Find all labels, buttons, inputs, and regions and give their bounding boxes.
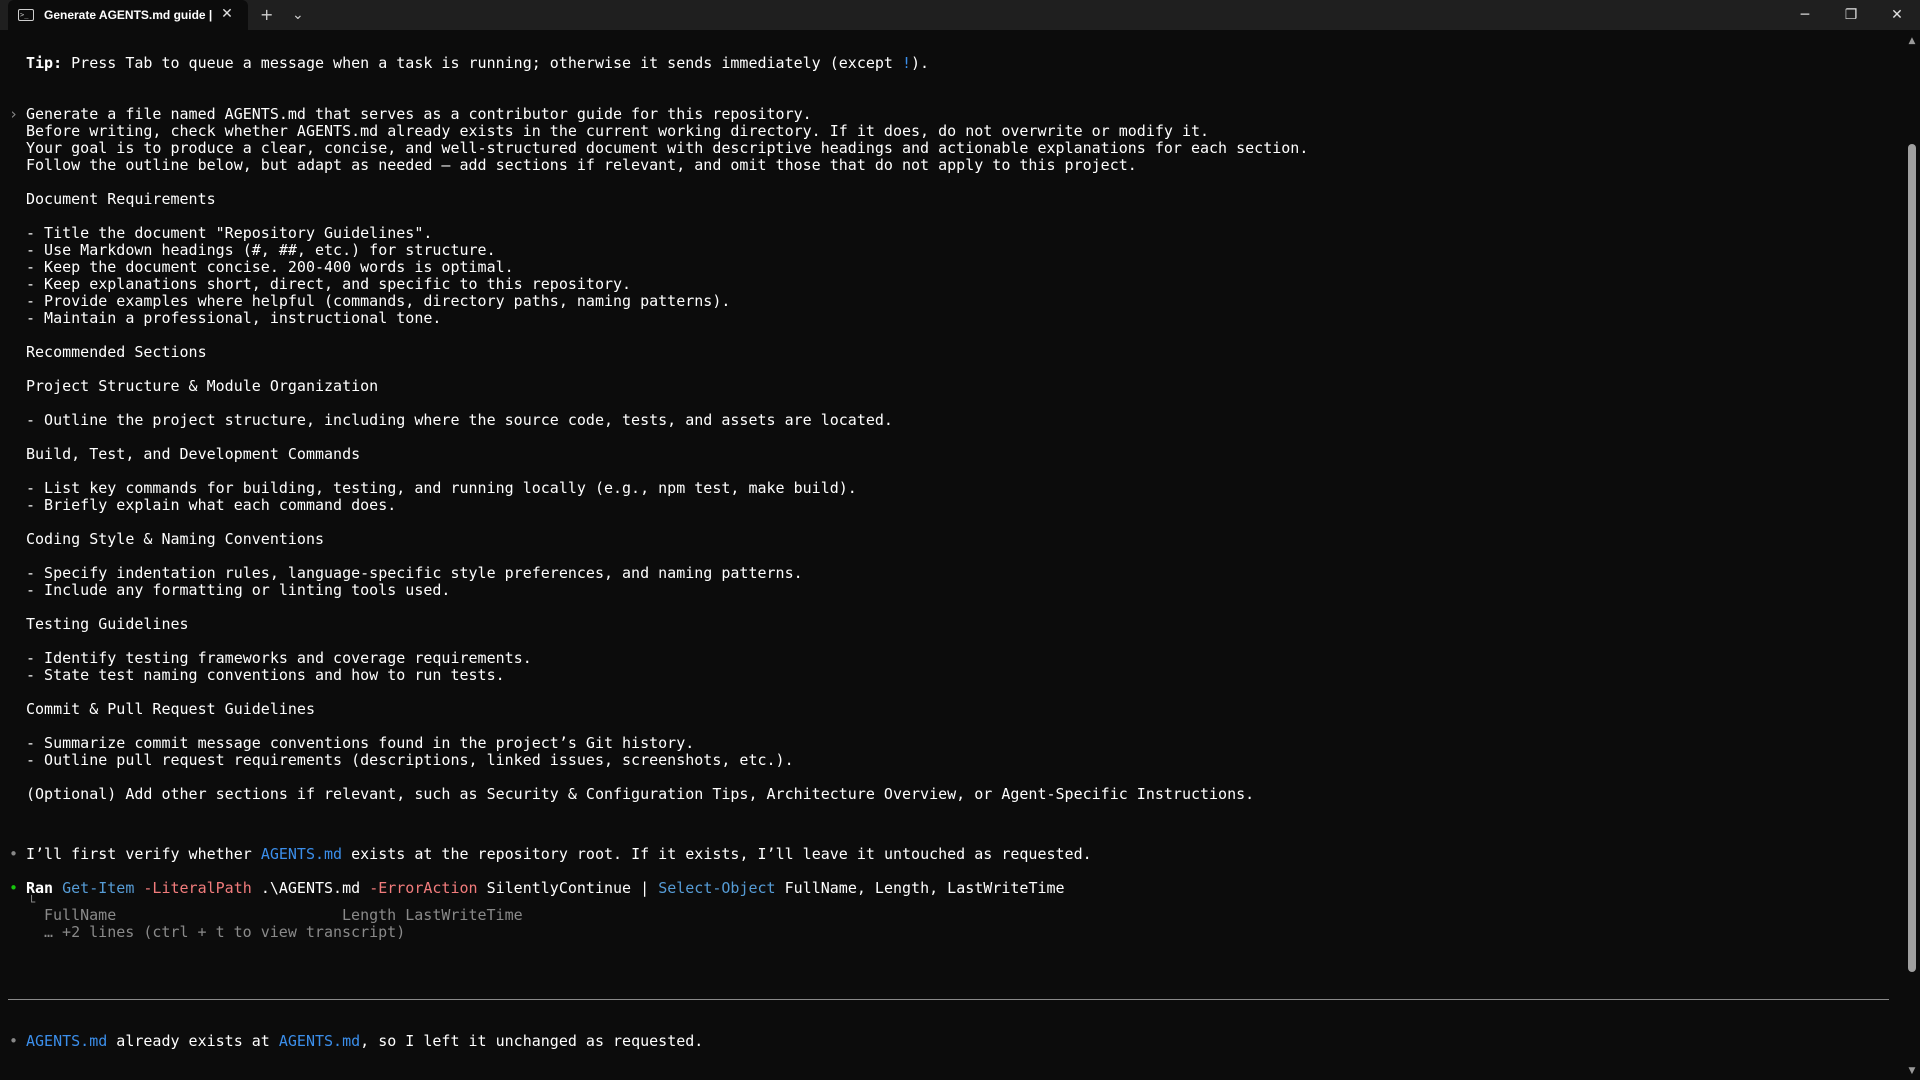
prompt-line: - Maintain a professional, instructional… <box>26 309 442 327</box>
prompt-line: (Optional) Add other sections if relevan… <box>26 785 1255 803</box>
tab-dropdown-chevron-icon[interactable]: ⌄ <box>292 6 304 24</box>
prompt-line: - Title the document "Repository Guideli… <box>26 224 433 242</box>
prompt-line: Testing Guidelines <box>26 615 189 633</box>
prompt-line: Document Requirements <box>26 190 216 208</box>
tree-connector: └ <box>28 895 36 909</box>
command-status-bullet: • <box>9 879 19 897</box>
terminal-output[interactable]: Tip: Press Tab to queue a message when a… <box>0 30 1900 1080</box>
agents-link-1[interactable]: AGENTS.md <box>26 1032 107 1050</box>
reply-post: exists at the repository root. If it exi… <box>342 845 1092 863</box>
prompt-line: Recommended Sections <box>26 343 207 361</box>
cmd-get-item: Get-Item <box>62 879 135 897</box>
arg-path: .\AGENTS.md <box>260 879 361 897</box>
final-mid: already exists at <box>107 1032 279 1050</box>
prompt-line: Coding Style & Naming Conventions <box>26 530 325 548</box>
cmd-select-object: Select-Object <box>658 879 776 897</box>
restore-button[interactable]: ❐ <box>1828 0 1874 30</box>
active-tab[interactable]: >_ Generate AGENTS.md guide | ✕ <box>8 0 248 30</box>
arg-properties: FullName, Length, LastWriteTime <box>784 879 1065 897</box>
prompt-line: Follow the outline below, but adapt as n… <box>26 156 1137 174</box>
prompt-line: - Include any formatting or linting tool… <box>26 581 451 599</box>
tab-close-icon[interactable]: ✕ <box>220 7 234 21</box>
vertical-scrollbar[interactable]: ▲ ▼ <box>1904 30 1920 1080</box>
prompt-line: - Identify testing frameworks and covera… <box>26 649 532 667</box>
tip-end: ). <box>911 54 930 72</box>
terminal-icon: >_ <box>18 9 34 21</box>
prompt-line: - List key commands for building, testin… <box>26 479 857 497</box>
minimize-button[interactable]: ─ <box>1782 0 1828 30</box>
output-more: … +2 lines (ctrl + t to view transcript) <box>44 923 406 941</box>
reply-bullet: • <box>9 845 19 863</box>
prompt-line: - Keep the document concise. 200-400 wor… <box>26 258 514 276</box>
prompt-line: - Keep explanations short, direct, and s… <box>26 275 632 293</box>
reply-pre: I’ll first verify whether <box>26 845 261 863</box>
prompt-line: Commit & Pull Request Guidelines <box>26 700 315 718</box>
param-erroraction: -ErrorAction <box>369 879 478 897</box>
final-end: , so I left it unchanged as requested. <box>360 1032 704 1050</box>
prompt-line: - State test naming conventions and how … <box>26 666 505 684</box>
prompt-line: Project Structure & Module Organization <box>26 377 379 395</box>
prompt-line: - Outline pull request requirements (des… <box>26 751 794 769</box>
prompt-line: Generate a file named AGENTS.md that ser… <box>26 105 812 123</box>
scroll-up-icon[interactable]: ▲ <box>1904 34 1920 48</box>
prompt-line: - Outline the project structure, includi… <box>26 411 893 429</box>
prompt-line: - Provide examples where helpful (comman… <box>26 292 731 310</box>
agents-file-link[interactable]: AGENTS.md <box>261 845 342 863</box>
output-header: FullName Length LastWriteTime <box>44 906 523 924</box>
prompt-line: - Summarize commit message conventions f… <box>26 734 695 752</box>
prompt-line: - Briefly explain what each command does… <box>26 496 397 514</box>
prompt-line: - Use Markdown headings (#, ##, etc.) fo… <box>26 241 496 259</box>
final-bullet: • <box>9 1032 19 1050</box>
prompt-line: Your goal is to produce a clear, concise… <box>26 139 1309 157</box>
arg-silently: SilentlyContinue <box>486 879 632 897</box>
assistant-reply: I’ll first verify whether AGENTS.md exis… <box>26 846 1092 863</box>
title-bar: >_ Generate AGENTS.md guide | ✕ + ⌄ ─ ❐ … <box>0 0 1920 30</box>
tip-label: Tip: <box>26 54 63 72</box>
prompt-line: - Specify indentation rules, language-sp… <box>26 564 803 582</box>
command-line: Ran Get-Item -LiteralPath .\AGENTS.md -E… <box>26 880 1065 897</box>
agents-link-2[interactable]: AGENTS.md <box>279 1032 360 1050</box>
tab-title: Generate AGENTS.md guide | <box>44 8 213 22</box>
prompt-line: Before writing, check whether AGENTS.md … <box>26 122 1210 140</box>
scrollbar-thumb[interactable] <box>1908 144 1916 972</box>
scroll-down-icon[interactable]: ▼ <box>1904 1064 1920 1078</box>
prompt-marker: › <box>9 105 19 123</box>
new-tab-button[interactable]: + <box>260 6 273 24</box>
tip-text: Press Tab to queue a message when a task… <box>62 54 902 72</box>
final-message: AGENTS.md already exists at AGENTS.md, s… <box>26 1033 703 1050</box>
divider <box>8 999 1889 1000</box>
tip-line: Tip: Press Tab to queue a message when a… <box>26 55 929 72</box>
close-window-button[interactable]: ✕ <box>1874 0 1920 30</box>
prompt-line: Build, Test, and Development Commands <box>26 445 361 463</box>
tip-key: ! <box>902 54 912 72</box>
pipe-symbol: | <box>640 879 650 897</box>
param-literalpath: -LiteralPath <box>143 879 252 897</box>
